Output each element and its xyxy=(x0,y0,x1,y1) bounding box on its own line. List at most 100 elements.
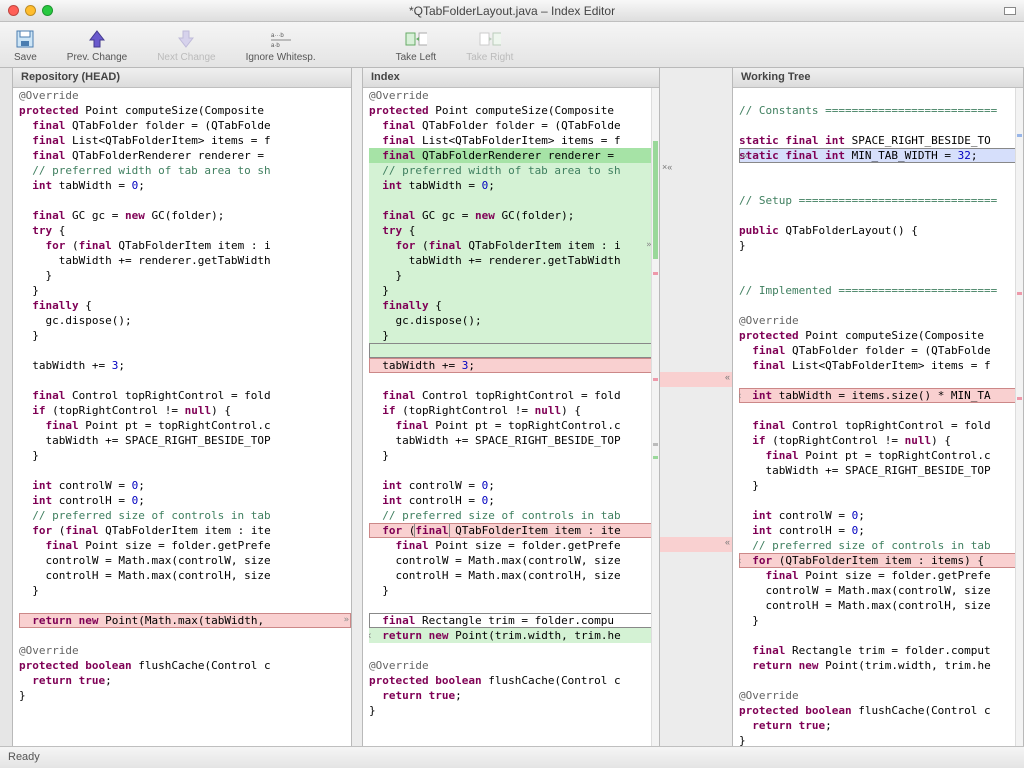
code-line[interactable]: @Override xyxy=(739,688,1023,703)
code-head[interactable]: @Overrideprotected Point computeSize(Com… xyxy=(13,88,351,746)
code-line[interactable]: int controlH = 0; xyxy=(19,493,351,508)
code-line[interactable]: protected boolean flushCache(Control c xyxy=(739,703,1023,718)
code-line[interactable]: final QTabFolder folder = (QTabFolde xyxy=(19,118,351,133)
restore-icon[interactable] xyxy=(1004,7,1016,15)
code-line[interactable]: try { xyxy=(19,223,351,238)
code-line[interactable]: controlH = Math.max(controlH, size xyxy=(739,598,1023,613)
code-line[interactable]: if (topRightControl != null) { xyxy=(19,403,351,418)
code-line[interactable]: } xyxy=(369,283,659,298)
code-line[interactable]: protected Point computeSize(Composite xyxy=(19,103,351,118)
code-line[interactable]: } xyxy=(19,283,351,298)
code-line[interactable]: if (topRightControl != null) { xyxy=(369,403,659,418)
overview-ruler[interactable] xyxy=(1015,88,1023,746)
code-line[interactable]: } xyxy=(369,583,659,598)
code-line[interactable]: return new Point(Math.max(tabWidth, » xyxy=(19,613,351,628)
code-line[interactable]: // preferred size of controls in tab xyxy=(739,538,1023,553)
take-left-button[interactable]: Take Left xyxy=(396,28,437,63)
code-work[interactable]: // Constants ========================== s… xyxy=(733,88,1023,746)
code-line[interactable]: // preferred width of tab area to sh xyxy=(369,163,659,178)
code-line[interactable]: finally { xyxy=(19,298,351,313)
code-line[interactable]: } xyxy=(739,733,1023,746)
code-line[interactable]: // preferred width of tab area to sh xyxy=(19,163,351,178)
code-line[interactable]: return true; xyxy=(739,718,1023,733)
code-line[interactable]: @Override xyxy=(19,88,351,103)
code-line[interactable] xyxy=(739,118,1023,133)
code-line[interactable]: tabWidth += 3; xyxy=(19,358,351,373)
overview-ruler[interactable] xyxy=(651,88,659,746)
code-line[interactable]: try { xyxy=(369,223,659,238)
code-line[interactable] xyxy=(739,628,1023,643)
prev-change-button[interactable]: Prev. Change xyxy=(67,28,127,63)
save-button[interactable]: Save xyxy=(14,28,37,63)
code-line[interactable]: } xyxy=(19,328,351,343)
code-line[interactable]: final Point pt = topRightControl.c xyxy=(739,448,1023,463)
zoom-window-icon[interactable] xyxy=(42,5,53,16)
code-line[interactable]: « for (QTabFolderItem item : items) { xyxy=(739,553,1023,568)
code-line[interactable]: int controlH = 0; xyxy=(369,493,659,508)
code-line[interactable]: final Control topRightControl = fold xyxy=(369,388,659,403)
code-line[interactable]: // Constants ========================== xyxy=(739,103,1023,118)
code-line[interactable]: int controlH = 0; xyxy=(739,523,1023,538)
code-line[interactable]: // preferred size of controls in tab xyxy=(19,508,351,523)
code-line[interactable]: } xyxy=(19,268,351,283)
code-line[interactable]: static final int SPACE_RIGHT_BESIDE_TO xyxy=(739,133,1023,148)
code-line[interactable]: // Setup ============================== xyxy=(739,193,1023,208)
code-line[interactable]: final Point size = folder.getPrefe xyxy=(369,538,659,553)
code-line[interactable] xyxy=(739,163,1023,178)
code-line[interactable]: controlW = Math.max(controlW, size xyxy=(369,553,659,568)
code-line[interactable]: for (final QTabFolderItem item : i»× xyxy=(369,238,659,253)
code-line[interactable]: protected boolean flushCache(Control c xyxy=(369,673,659,688)
code-line[interactable]: final Rectangle trim = folder.comput xyxy=(739,643,1023,658)
code-line[interactable] xyxy=(369,193,659,208)
code-line[interactable]: } xyxy=(369,448,659,463)
code-line[interactable]: int controlW = 0; xyxy=(19,478,351,493)
code-line[interactable]: protected boolean flushCache(Control c xyxy=(19,658,351,673)
code-line[interactable]: tabWidth += SPACE_RIGHT_BESIDE_TOP xyxy=(19,433,351,448)
code-line[interactable]: for (final QTabFolderItem item : ite xyxy=(19,523,351,538)
diff-glyph[interactable]: ×« xyxy=(662,162,672,172)
code-line[interactable]: if (topRightControl != null) { xyxy=(739,433,1023,448)
code-line[interactable]: } xyxy=(369,268,659,283)
code-line[interactable]: @Override xyxy=(369,658,659,673)
code-line[interactable] xyxy=(739,493,1023,508)
code-line[interactable]: final Control topRightControl = fold xyxy=(739,418,1023,433)
gutter-left[interactable] xyxy=(352,68,362,746)
code-line[interactable]: final GC gc = new GC(folder); xyxy=(369,208,659,223)
code-line[interactable] xyxy=(739,373,1023,388)
code-line[interactable] xyxy=(739,178,1023,193)
code-line[interactable]: controlW = Math.max(controlW, size xyxy=(739,583,1023,598)
code-line[interactable]: @Override xyxy=(739,313,1023,328)
code-line[interactable] xyxy=(19,193,351,208)
code-line[interactable]: ×«static final int MIN_TAB_WIDTH = 32; xyxy=(739,148,1023,163)
code-line[interactable]: « int tabWidth = items.size() * MIN_TA xyxy=(739,388,1023,403)
code-line[interactable]: } xyxy=(19,583,351,598)
code-line[interactable]: } xyxy=(739,613,1023,628)
ignore-whitespace-button[interactable]: a···ba·b Ignore Whitesp. xyxy=(246,28,316,63)
code-line[interactable]: tabWidth += renderer.getTabWidth xyxy=(19,253,351,268)
code-line[interactable]: int tabWidth = 0; xyxy=(19,178,351,193)
code-line[interactable]: } xyxy=(19,448,351,463)
code-line[interactable]: protected Point computeSize(Composite xyxy=(739,328,1023,343)
code-line[interactable]: tabWidth += 3;» xyxy=(369,358,659,373)
code-line[interactable]: controlH = Math.max(controlH, size xyxy=(369,568,659,583)
code-line[interactable]: final QTabFolderRenderer renderer = xyxy=(369,148,659,163)
code-line[interactable]: int tabWidth = 0; xyxy=(369,178,659,193)
code-line[interactable] xyxy=(369,463,659,478)
code-line[interactable] xyxy=(739,253,1023,268)
code-line[interactable]: final Point pt = topRightControl.c xyxy=(19,418,351,433)
code-line[interactable]: tabWidth += SPACE_RIGHT_BESIDE_TOP xyxy=(369,433,659,448)
code-line[interactable]: final List<QTabFolderItem> items = f xyxy=(19,133,351,148)
code-line[interactable]: protected Point computeSize(Composite xyxy=(369,103,659,118)
code-line[interactable]: for (final QTabFolderItem item : ite» xyxy=(369,523,659,538)
code-line[interactable] xyxy=(369,343,659,358)
code-line[interactable]: // preferred size of controls in tab xyxy=(369,508,659,523)
code-line[interactable]: final Point size = folder.getPrefe xyxy=(739,568,1023,583)
code-line[interactable]: × return new Point(trim.width, trim.he xyxy=(369,628,659,643)
code-line[interactable]: controlH = Math.max(controlH, size xyxy=(19,568,351,583)
code-line[interactable]: tabWidth += SPACE_RIGHT_BESIDE_TOP xyxy=(739,463,1023,478)
code-line[interactable]: gc.dispose(); xyxy=(369,313,659,328)
code-line[interactable]: return true; xyxy=(369,688,659,703)
code-line[interactable]: } xyxy=(19,688,351,703)
code-line[interactable]: finally { xyxy=(369,298,659,313)
code-line[interactable]: final QTabFolderRenderer renderer = xyxy=(19,148,351,163)
